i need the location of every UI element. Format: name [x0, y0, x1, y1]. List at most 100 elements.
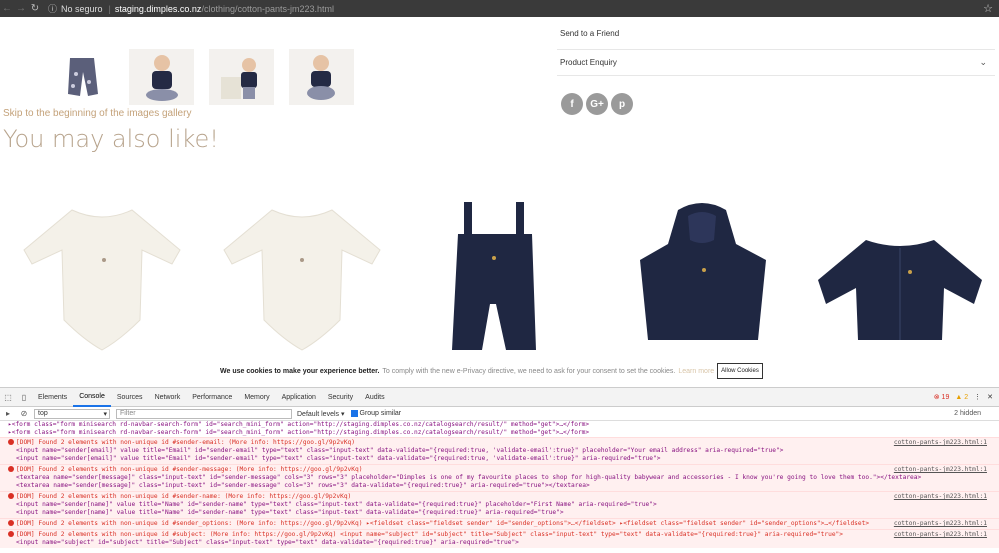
console-error: [DOM] Found 2 elements with non-unique i…: [0, 529, 999, 548]
console-toolbar: ▸ ⊘ top ▾ Filter Default levels ▾ Group s…: [0, 407, 999, 421]
product-overalls[interactable]: [440, 200, 550, 365]
clear-console-icon[interactable]: ⊘: [16, 409, 32, 418]
source-link[interactable]: cotton-pants-jm223.html:1: [894, 493, 987, 501]
facebook-icon[interactable]: f: [561, 93, 583, 115]
source-link[interactable]: cotton-pants-jm223.html:1: [894, 439, 987, 447]
product-bodysuit-2[interactable]: [212, 200, 392, 365]
error-count: 19: [941, 394, 950, 401]
error-detail[interactable]: <input name="sender[name]" value title="…: [0, 509, 999, 517]
product-enquiry-row[interactable]: Product Enquiry ⌄: [557, 50, 995, 76]
warning-count: 2: [964, 393, 969, 401]
info-icon[interactable]: ⓘ: [48, 2, 57, 15]
thumbnail-pants[interactable]: [49, 49, 114, 105]
tab-audits[interactable]: Audits: [359, 388, 390, 407]
source-link[interactable]: cotton-pants-jm223.html:1: [894, 520, 987, 528]
web-page: Skip to the beginning of the images gall…: [0, 17, 999, 387]
filter-placeholder: Filter: [120, 410, 136, 417]
tab-elements[interactable]: Elements: [32, 388, 73, 407]
console-error: [DOM] Found 2 elements with non-unique i…: [0, 464, 999, 491]
tab-memory[interactable]: Memory: [238, 388, 275, 407]
sidebar-toggle-icon[interactable]: ▸: [0, 409, 16, 418]
console-output: ▸<form class="form minisearch rd-navbar-…: [0, 421, 999, 548]
product-accordion: Send to a Friend Product Enquiry ⌄: [557, 17, 995, 76]
tab-network[interactable]: Network: [149, 388, 187, 407]
error-message: [DOM] Found 2 elements with non-unique i…: [16, 531, 843, 538]
send-to-friend-row[interactable]: Send to a Friend: [557, 17, 995, 50]
reload-icon[interactable]: ↻: [28, 3, 42, 14]
allow-cookies-button[interactable]: Allow Cookies: [717, 363, 763, 379]
security-label: No seguro: [61, 3, 103, 14]
error-detail[interactable]: <input name="subject" id="subject" title…: [0, 539, 999, 547]
send-to-friend-label: Send to a Friend: [560, 28, 620, 38]
console-line[interactable]: ▸<form class="form minisearch rd-navbar-…: [0, 421, 999, 429]
chevron-down-icon: ▾: [103, 410, 107, 418]
chevron-down-icon: ⌄: [979, 57, 987, 67]
error-icon: [8, 466, 14, 472]
back-icon[interactable]: ←: [0, 3, 14, 14]
also-like-heading: You may also like!: [3, 125, 219, 153]
tab-sources[interactable]: Sources: [111, 388, 149, 407]
error-detail[interactable]: <input name="sender[email]" value title=…: [0, 455, 999, 463]
product-bodysuit-1[interactable]: [12, 200, 192, 365]
error-message: [DOM] Found 2 elements with non-unique i…: [16, 520, 870, 527]
error-detail[interactable]: <input name="sender[name]" value title="…: [0, 501, 999, 509]
filter-input[interactable]: Filter: [116, 408, 292, 419]
google-plus-icon[interactable]: G+: [586, 93, 608, 115]
product-enquiry-label: Product Enquiry: [560, 58, 617, 67]
context-select[interactable]: top ▾: [34, 408, 110, 419]
source-link[interactable]: cotton-pants-jm223.html:1: [894, 531, 987, 539]
levels-dropdown[interactable]: Default levels ▾: [297, 410, 345, 418]
thumbnail-baby-2[interactable]: [209, 49, 274, 105]
close-icon[interactable]: ✕: [987, 393, 993, 401]
thumbnail-baby-1[interactable]: [129, 49, 194, 105]
cookie-bold-text: We use cookies to make your experience b…: [220, 367, 380, 375]
forward-icon[interactable]: →: [14, 3, 28, 14]
checkbox-checked-icon: [350, 410, 358, 417]
skip-gallery-link[interactable]: Skip to the beginning of the images gall…: [3, 108, 191, 119]
learn-more-link[interactable]: Learn more: [678, 368, 714, 375]
error-icon: [8, 531, 14, 537]
cookie-text: To comply with the new e-Privacy directi…: [382, 367, 676, 375]
product-cardigan[interactable]: [810, 200, 990, 365]
gallery-thumbnails: [49, 49, 354, 105]
error-icon: [8, 520, 14, 526]
devtools-status: ⊗ 19 ▲ 2 ⋮ ✕: [934, 393, 999, 402]
bookmark-star-icon[interactable]: ☆: [983, 2, 993, 15]
inspect-icon[interactable]: ⬚: [0, 393, 16, 402]
error-message: [DOM] Found 2 elements with non-unique i…: [16, 439, 355, 446]
error-message: [DOM] Found 2 elements with non-unique i…: [16, 493, 352, 500]
error-message: [DOM] Found 2 elements with non-unique i…: [16, 466, 363, 473]
console-error: [DOM] Found 2 elements with non-unique i…: [0, 518, 999, 529]
address-bar[interactable]: ⓘ No seguro | staging.dimples.co.nz /clo…: [48, 0, 334, 17]
hidden-count: 2 hidden: [954, 410, 981, 417]
related-products: [0, 200, 999, 360]
cookie-banner: We use cookies to make your experience b…: [0, 355, 999, 387]
group-similar-checkbox[interactable]: Group similar: [350, 410, 402, 417]
tab-security[interactable]: Security: [322, 388, 359, 407]
error-detail[interactable]: <input name="sender[email]" value title=…: [0, 447, 999, 455]
pinterest-icon[interactable]: p: [611, 93, 633, 115]
error-detail[interactable]: <textarea name="sender[message]" class="…: [0, 482, 999, 490]
warning-count-icon[interactable]: ▲ 2: [955, 394, 968, 401]
error-detail[interactable]: <textarea name="sender[message]" class="…: [0, 474, 999, 482]
devtools-tabbar: ⬚ ▯ Elements Console Sources Network Per…: [0, 388, 999, 407]
url-path: /clothing/cotton-pants-jm223.html: [201, 3, 335, 14]
more-menu-icon[interactable]: ⋮: [974, 393, 981, 401]
social-links: f G+ p: [561, 93, 633, 115]
browser-toolbar: ← → ↻ ⓘ No seguro | staging.dimples.co.n…: [0, 0, 999, 17]
product-hoodie[interactable]: [632, 200, 772, 365]
error-icon: [8, 493, 14, 499]
console-error: [DOM] Found 2 elements with non-unique i…: [0, 491, 999, 518]
error-icon: [8, 439, 14, 445]
levels-label: Default levels: [297, 410, 340, 418]
tab-console[interactable]: Console: [73, 388, 111, 407]
device-toggle-icon[interactable]: ▯: [16, 393, 32, 402]
devtools-panel: ⬚ ▯ Elements Console Sources Network Per…: [0, 387, 999, 553]
thumbnail-baby-3[interactable]: [289, 49, 354, 105]
tab-performance[interactable]: Performance: [186, 388, 238, 407]
group-similar-label: Group similar: [359, 410, 402, 417]
error-count-icon[interactable]: ⊗ 19: [934, 393, 950, 401]
source-link[interactable]: cotton-pants-jm223.html:1: [894, 466, 987, 474]
tab-application[interactable]: Application: [276, 388, 322, 407]
console-line[interactable]: ▸<form class="form minisearch rd-navbar-…: [0, 429, 999, 437]
